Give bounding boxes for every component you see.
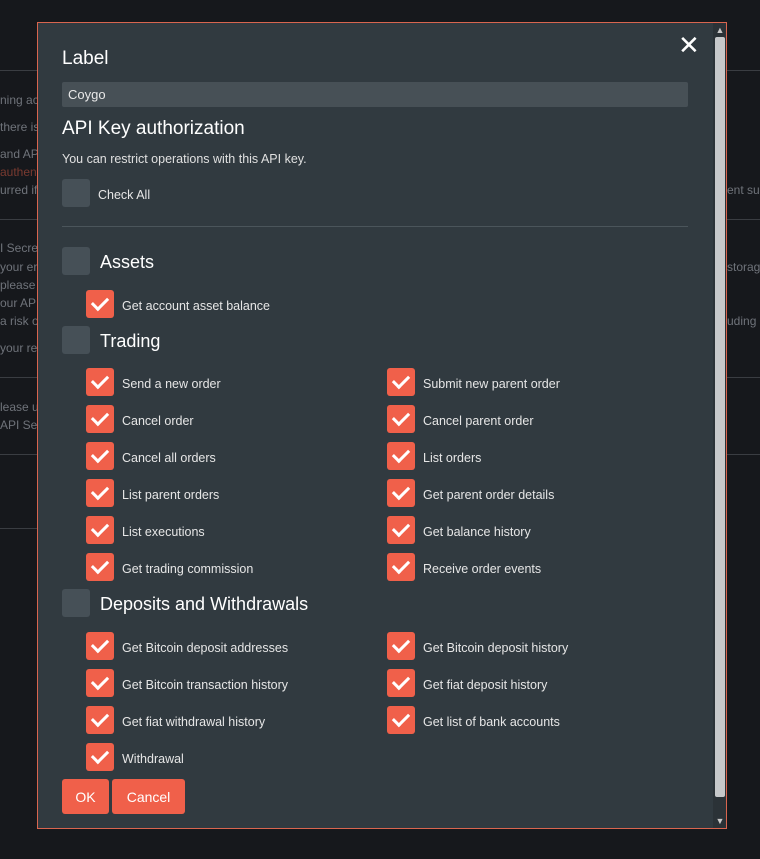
bg-text: your ret <box>0 341 41 355</box>
option-label: Receive order events <box>423 562 542 576</box>
option-checkbox[interactable] <box>387 632 415 660</box>
api-key-modal: ✕ Label API Key authorization You can re… <box>37 22 727 829</box>
option-checkbox[interactable] <box>387 669 415 697</box>
check-all-checkbox[interactable] <box>62 179 90 207</box>
bg-text: ning ac <box>0 93 39 107</box>
option-label: Get list of bank accounts <box>423 715 560 729</box>
check-all-label: Check All <box>98 188 151 202</box>
option-label: Cancel all orders <box>122 451 216 465</box>
cancel-button[interactable]: Cancel <box>112 779 185 814</box>
option-label: Get fiat deposit history <box>423 678 548 692</box>
option-checkbox[interactable] <box>86 479 114 507</box>
bg-text: your er <box>0 260 38 274</box>
bg-text: ent su <box>727 183 760 197</box>
option-checkbox[interactable] <box>86 516 114 544</box>
option-checkbox[interactable] <box>387 442 415 470</box>
option-checkbox[interactable] <box>86 442 114 470</box>
option-label: List orders <box>423 451 482 465</box>
option-checkbox[interactable] <box>387 706 415 734</box>
assets-group-title: Assets <box>100 252 155 272</box>
bg-text: lease u <box>0 400 39 414</box>
option-label: Withdrawal <box>122 752 184 766</box>
option-checkbox[interactable] <box>86 632 114 660</box>
option-checkbox[interactable] <box>387 405 415 433</box>
bg-text: urred if <box>0 183 38 197</box>
scrollbar[interactable]: ▲ ▼ <box>713 23 726 828</box>
bg-text: a risk o <box>0 314 39 328</box>
bg-link-text: authent <box>0 165 41 179</box>
option-label: Get Bitcoin deposit history <box>423 641 569 655</box>
bg-text: there is <box>0 120 40 134</box>
option-label: Get parent order details <box>423 488 555 502</box>
option-checkbox[interactable] <box>86 290 114 318</box>
option-label: Get trading commission <box>122 562 254 576</box>
option-label: Send a new order <box>122 377 221 391</box>
option-checkbox[interactable] <box>387 553 415 581</box>
bg-text: our API <box>0 296 40 310</box>
option-checkbox[interactable] <box>86 706 114 734</box>
close-icon[interactable]: ✕ <box>678 32 700 58</box>
option-checkbox[interactable] <box>86 669 114 697</box>
bg-text: uding b <box>727 314 760 328</box>
divider <box>62 226 688 227</box>
bg-text: storag <box>727 260 760 274</box>
bg-text: please <box>0 278 36 292</box>
option-checkbox[interactable] <box>387 479 415 507</box>
option-label: Get Bitcoin deposit addresses <box>122 641 289 655</box>
option-label: List parent orders <box>122 488 220 502</box>
scroll-thumb[interactable] <box>715 37 725 797</box>
assets-group-checkbox[interactable] <box>62 247 90 275</box>
option-checkbox[interactable] <box>86 553 114 581</box>
bg-divider <box>0 528 37 529</box>
option-label: Get account asset balance <box>122 299 271 313</box>
scroll-up-icon[interactable]: ▲ <box>713 23 726 37</box>
option-checkbox[interactable] <box>86 743 114 771</box>
option-label: Get fiat withdrawal history <box>122 715 266 729</box>
option-checkbox[interactable] <box>86 405 114 433</box>
option-checkbox[interactable] <box>86 368 114 396</box>
option-label: Get balance history <box>423 525 531 539</box>
option-label: Cancel order <box>122 414 194 428</box>
deposits-group-title: Deposits and Withdrawals <box>100 594 309 614</box>
auth-title: API Key authorization <box>62 118 245 139</box>
option-label: List executions <box>122 525 205 539</box>
trading-group-title: Trading <box>100 331 161 351</box>
label-title: Label <box>62 48 109 69</box>
option-label: Submit new parent order <box>423 377 560 391</box>
option-checkbox[interactable] <box>387 516 415 544</box>
deposits-group-checkbox[interactable] <box>62 589 90 617</box>
bg-text: and AP <box>0 147 39 161</box>
ok-button[interactable]: OK <box>62 779 109 814</box>
scroll-down-icon[interactable]: ▼ <box>713 814 726 828</box>
option-label: Get Bitcoin transaction history <box>122 678 289 692</box>
option-label: Cancel parent order <box>423 414 534 428</box>
label-input[interactable] <box>62 82 688 107</box>
auth-description: You can restrict operations with this AP… <box>62 152 307 166</box>
option-checkbox[interactable] <box>387 368 415 396</box>
bg-text: I Secret <box>0 241 42 255</box>
trading-group-checkbox[interactable] <box>62 326 90 354</box>
